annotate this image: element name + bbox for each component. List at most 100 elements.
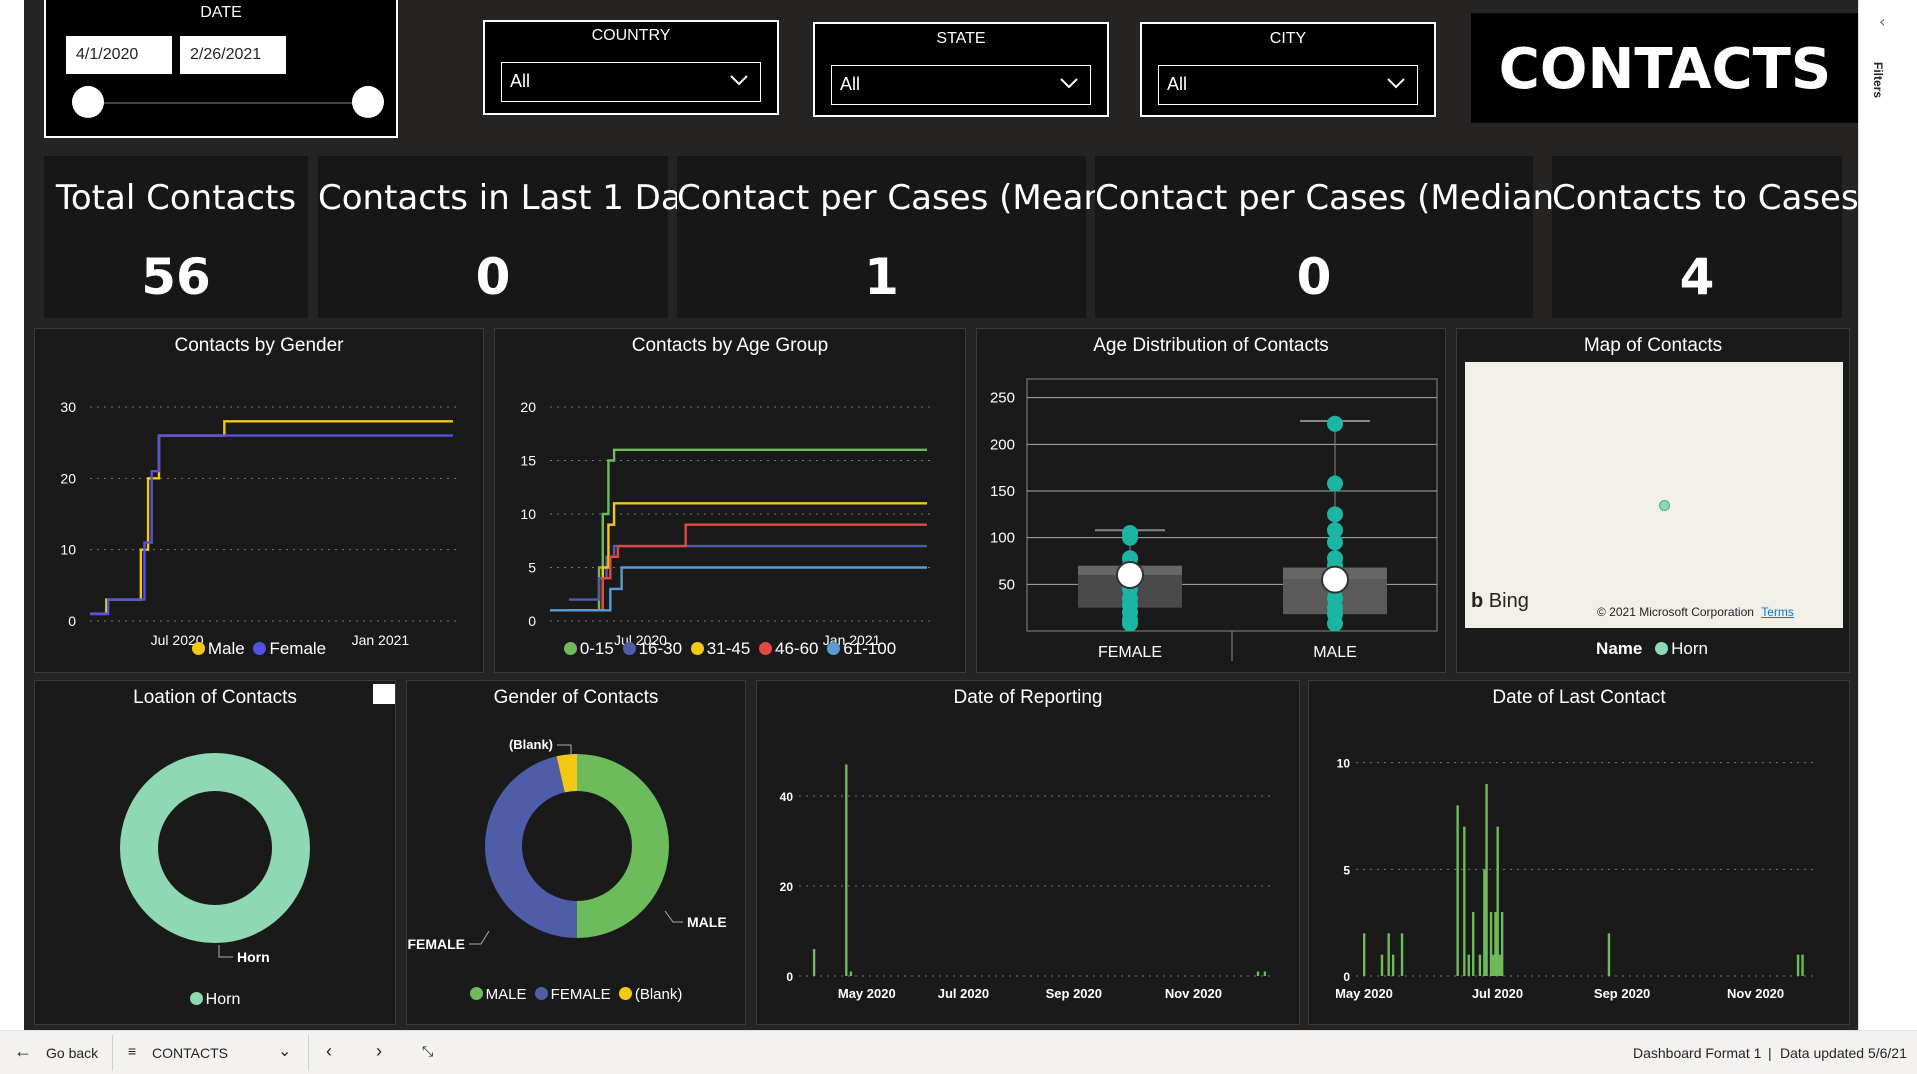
bing-icon: b — [1471, 590, 1484, 612]
y-tick-label: 10 — [520, 506, 536, 522]
age-distribution-panel: Age Distribution of Contacts 50 100 150 200… — [976, 328, 1446, 673]
legend-item-male[interactable]: Male — [191, 639, 245, 659]
divider — [308, 1035, 309, 1071]
x-tick-label: Jul 2020 — [1472, 986, 1523, 1001]
age-distribution-box-chart[interactable]: 50 100 150 200 250 FEMALE MALE — [977, 359, 1447, 673]
previous-page-icon[interactable]: ‹ — [326, 1041, 332, 1062]
state-dropdown[interactable]: All — [831, 65, 1091, 105]
bar — [845, 764, 848, 976]
bar — [1472, 912, 1475, 976]
bar — [1256, 971, 1260, 976]
kpi-label: Total Contacts — [55, 178, 297, 218]
back-arrow-icon[interactable]: ← — [14, 1041, 32, 1062]
reporting-date-bar-chart[interactable]: 0 20 40 May 2020 Jul 2020 Sep 2020 Nov 2020 — [757, 711, 1301, 1021]
slice-label: MALE — [687, 914, 727, 930]
legend-item-female[interactable]: Female — [253, 639, 326, 659]
legend-item-horn[interactable]: Horn — [1655, 639, 1708, 659]
y-tick-label: 5 — [528, 560, 536, 576]
chart-legend: 0-15 16-30 31-45 46-60 61-100 — [495, 639, 965, 659]
state-dropdown-value: All — [840, 74, 861, 94]
city-slicer: CITY All — [1140, 22, 1436, 117]
status-bar: ← Go back ≡ CONTACTS ⌄ ‹ › ⤡ Dashboard F… — [0, 1030, 1917, 1074]
filters-pane-label[interactable]: Filters — [1871, 62, 1885, 98]
x-category-label: MALE — [1313, 644, 1357, 661]
page-selector[interactable]: CONTACTS — [152, 1045, 228, 1061]
kpi-value: 0 — [475, 248, 511, 306]
bar — [1363, 933, 1366, 976]
y-tick-label: 150 — [990, 483, 1015, 500]
chart-title: Age Distribution of Contacts — [1093, 335, 1329, 356]
legend-item-male[interactable]: MALE — [469, 986, 526, 1003]
bar — [1456, 805, 1459, 976]
chart-title: Contacts by Age Group — [631, 335, 829, 356]
gender-donut-chart[interactable]: MALE FEMALE (Blank) — [407, 711, 747, 991]
last-contact-date-panel: Date of Last Contact 0 5 10 May 2020 Jul 202… — [1308, 680, 1850, 1025]
slice-leader-line — [218, 945, 233, 958]
fit-to-page-icon[interactable]: ⤡ — [422, 1043, 433, 1060]
chart-title: Map of Contacts — [1583, 335, 1723, 356]
y-tick-label: 0 — [68, 613, 76, 629]
legend-item-46-60[interactable]: 46-60 — [759, 639, 819, 659]
age-group-line-chart[interactable]: 05101520Jul 2020 Jan 2021 — [495, 359, 967, 649]
legend-label: Horn — [1671, 639, 1708, 658]
city-dropdown-value: All — [1167, 74, 1188, 94]
legend-item-61-100[interactable]: 61-100 — [827, 639, 896, 659]
start-date-handle[interactable] — [72, 86, 104, 118]
y-tick-label: 20 — [780, 880, 794, 894]
page-menu-icon[interactable]: ≡ — [128, 1043, 136, 1059]
x-tick-label: Sep 2020 — [1594, 986, 1650, 1001]
country-dropdown[interactable]: All — [501, 62, 761, 102]
filters-pane[interactable]: ‹ Filters — [1858, 0, 1917, 1030]
chevron-down-icon[interactable]: ⌄ — [278, 1041, 291, 1061]
state-slicer-title: STATE — [936, 30, 986, 47]
legend-item-blank[interactable]: (Blank) — [618, 986, 682, 1003]
divider — [112, 1035, 113, 1071]
legend-item-female[interactable]: FEMALE — [534, 986, 611, 1003]
chart-legend: MALE FEMALE (Blank) — [407, 986, 745, 1003]
kpi-label: Contacts in Last 1 Day — [318, 178, 702, 218]
kpi-value: 1 — [864, 248, 899, 306]
focus-mode-icon[interactable] — [373, 684, 395, 704]
legend-dot — [253, 642, 267, 655]
start-date-input[interactable]: 4/1/2020 — [66, 36, 172, 74]
divider: | — [1768, 1045, 1772, 1061]
legend-dot — [759, 642, 773, 655]
go-back-button[interactable]: Go back — [46, 1045, 98, 1061]
legend-item-0-15[interactable]: 0-15 — [563, 639, 614, 659]
country-slicer-title: COUNTRY — [591, 27, 671, 44]
bar — [1463, 826, 1466, 976]
gender-line-chart[interactable]: 0102030Jul 2020 Jan 2021 — [35, 359, 485, 649]
end-date-handle[interactable] — [352, 86, 384, 118]
last-contact-bar-chart[interactable]: 0 5 10 May 2020 Jul 2020 Sep 2020 Nov 2020 — [1309, 711, 1851, 1021]
y-tick-label: 10 — [60, 542, 76, 558]
legend-item-horn[interactable]: Horn — [189, 991, 240, 1009]
chevron-down-icon — [1060, 78, 1078, 89]
chevron-left-icon[interactable]: ‹ — [1879, 12, 1885, 31]
map-canvas[interactable]: b Bing © 2021 Microsoft Corporation Term… — [1465, 362, 1843, 628]
chart-title: Date of Last Contact — [1492, 687, 1666, 708]
left-margin — [0, 0, 24, 1030]
bar — [1607, 933, 1611, 976]
median-marker — [1116, 561, 1144, 589]
bar — [1489, 912, 1493, 976]
y-tick-label: 0 — [528, 613, 536, 629]
terms-link[interactable]: Terms — [1761, 605, 1794, 619]
bar — [1380, 954, 1384, 976]
legend-item-31-45[interactable]: 31-45 — [690, 639, 750, 659]
legend-name-label: Name — [1596, 639, 1643, 658]
x-tick-label: Sep 2020 — [1046, 986, 1102, 1001]
series-line-Female — [90, 434, 453, 616]
end-date-input[interactable]: 2/26/2021 — [180, 36, 286, 74]
data-updated-text: Data updated 5/6/21 — [1780, 1045, 1907, 1061]
data-point — [1122, 529, 1138, 546]
donut-slice-MALE — [577, 754, 669, 938]
data-point — [1327, 534, 1343, 551]
location-donut-chart[interactable]: Horn — [35, 711, 397, 991]
next-page-icon[interactable]: › — [376, 1041, 382, 1062]
city-dropdown[interactable]: All — [1158, 65, 1418, 105]
y-tick-label: 0 — [1343, 970, 1350, 984]
gender-line-chart-panel: Contacts by Gender 0 10 20 30 Jul 2020 Jan 20… — [34, 328, 484, 673]
y-tick-label: 20 — [520, 399, 536, 415]
legend-item-16-30[interactable]: 16-30 — [622, 639, 682, 659]
map-location-marker[interactable] — [1659, 500, 1670, 511]
